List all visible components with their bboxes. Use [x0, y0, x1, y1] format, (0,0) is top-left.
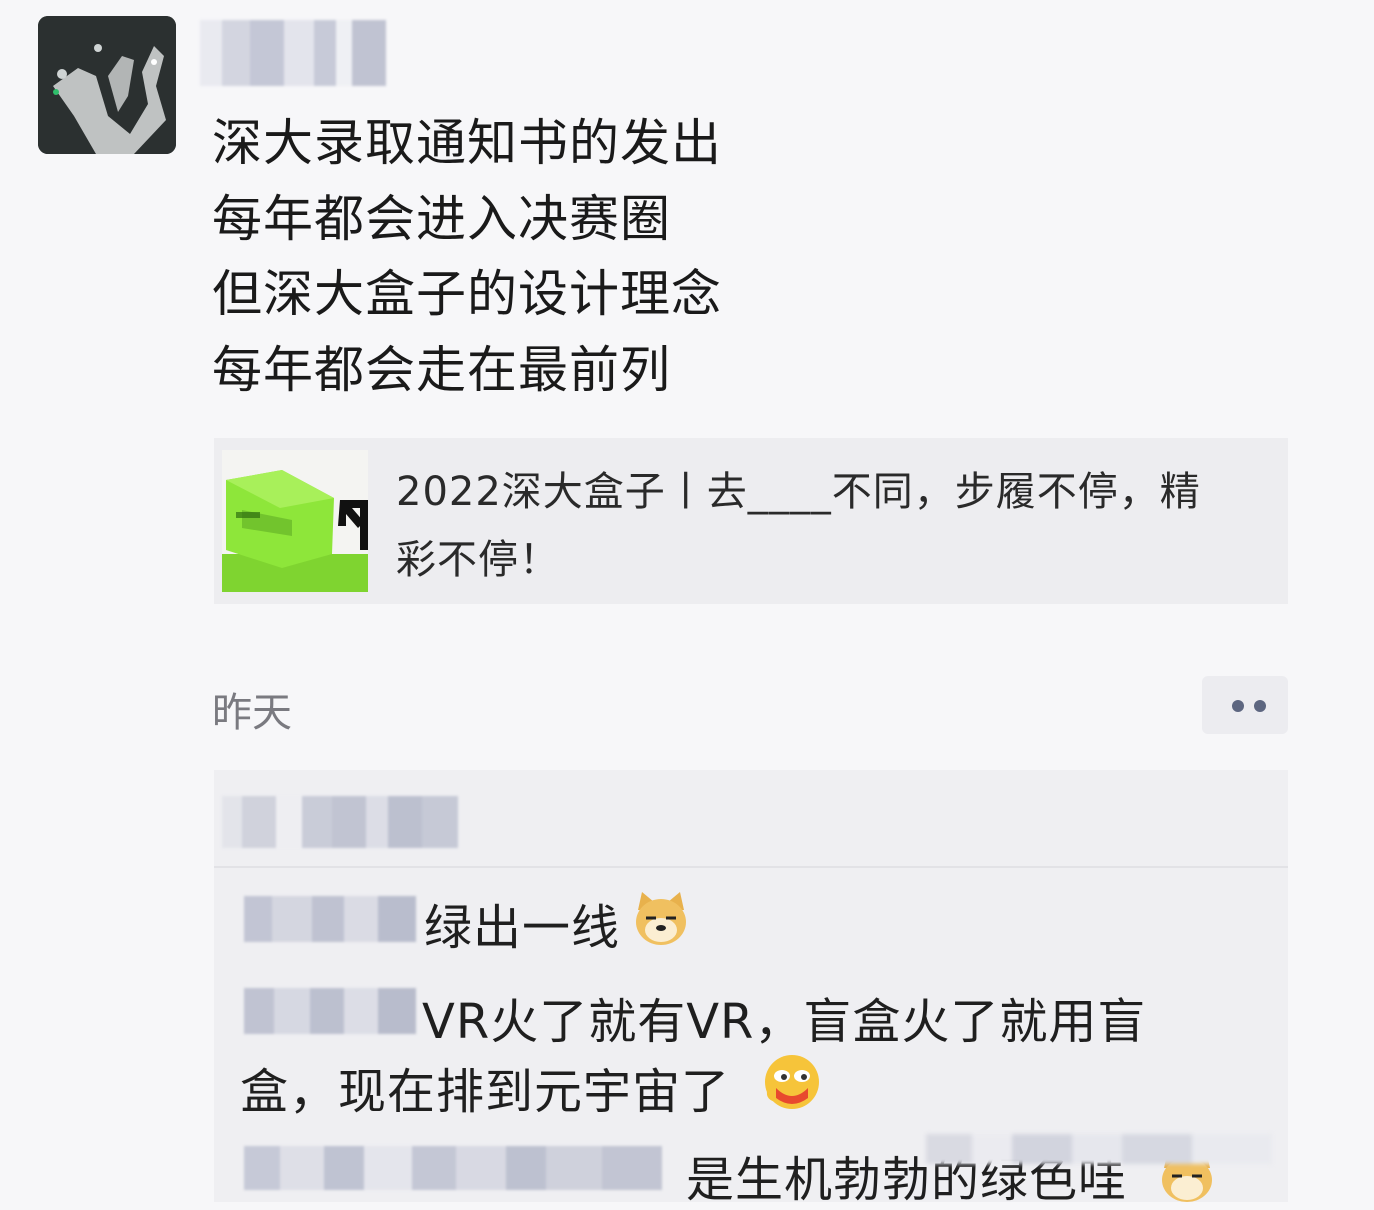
more-actions-button[interactable] — [1202, 676, 1288, 734]
overlay-blur-band — [926, 1134, 1272, 1164]
link-thumbnail — [222, 450, 368, 592]
comments-panel: 绿出一线 VR火了就有VR，盲盒火了就用盲 盒，现在排到元宇宙了 是生机勃勃的绿… — [214, 770, 1288, 1208]
likes-names-blurred[interactable] — [222, 796, 502, 848]
comment-text: VR火了就有VR，盲盒火了就用盲 — [422, 994, 1147, 1050]
avatar-image — [38, 16, 176, 154]
shared-link-card[interactable]: 2022深大盒子丨去____不同，步履不停，精 彩不停！ — [214, 438, 1288, 604]
commenter-name-blurred[interactable] — [244, 1146, 662, 1190]
doge-emoji-icon — [632, 890, 690, 952]
avatar[interactable] — [38, 16, 176, 154]
post-line: 深大录取通知书的发出 — [212, 114, 722, 172]
commenter-name-blurred[interactable] — [244, 896, 416, 942]
commenter-name-blurred[interactable] — [244, 988, 416, 1034]
post-text: 深大录取通知书的发出 每年都会进入决赛圈 但深大盒子的设计理念 每年都会走在最前… — [212, 106, 972, 408]
dot-icon — [1232, 700, 1244, 712]
post-line: 每年都会走在最前列 — [212, 340, 671, 399]
post-line: 但深大盒子的设计理念 — [212, 265, 722, 323]
likes-row — [214, 770, 1288, 868]
dot-icon — [1254, 700, 1266, 712]
post-time: 昨天 — [212, 690, 292, 736]
comment-text: 盒，现在排到元宇宙了 — [240, 1064, 731, 1120]
username-blurred[interactable] — [200, 20, 386, 86]
link-title: 2022深大盒子丨去____不同，步履不停，精 彩不停！ — [396, 458, 1288, 594]
post-line: 每年都会进入决赛圈 — [212, 189, 671, 248]
comment-text: 绿出一线 — [424, 900, 621, 956]
link-title-line: 2022深大盒子丨去____不同，步履不停，精 — [396, 469, 1201, 515]
smirk-emoji-icon — [762, 1052, 822, 1116]
link-title-line: 彩不停！ — [396, 537, 560, 583]
